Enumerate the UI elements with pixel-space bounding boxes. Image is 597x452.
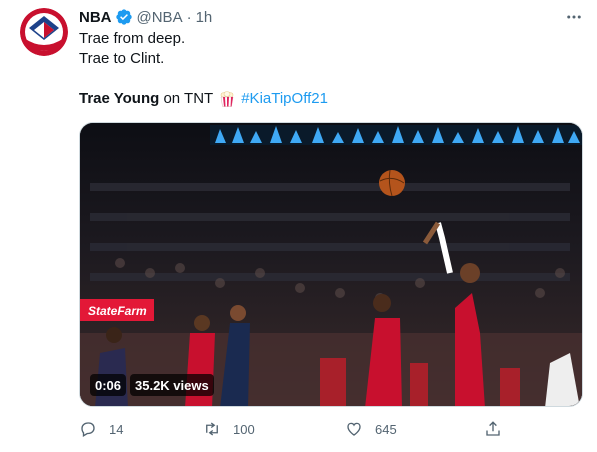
verified-badge-icon — [115, 8, 133, 26]
reply-count: 14 — [109, 421, 124, 437]
timestamp[interactable]: 1h — [196, 9, 213, 26]
tweet-header: NBA @NBA · 1h — [79, 7, 212, 27]
nba-live-logo-icon — [20, 8, 68, 56]
video-duration: 0:06 — [90, 374, 127, 396]
share-button[interactable] — [484, 418, 502, 440]
sponsor-banner-text: StateFarm — [88, 304, 147, 318]
video-views: 35.2K views — [130, 374, 214, 396]
reply-icon — [81, 422, 95, 437]
hashtag-link[interactable]: #KiaTipOff21 — [241, 89, 328, 109]
tweet-text-line: Trae from deep. — [79, 30, 186, 47]
video-frame: StateFarm — [80, 123, 582, 406]
network-label: on TNT — [163, 90, 214, 107]
tweet-text: Trae from deep. Trae to Clint. — [79, 29, 185, 69]
like-button[interactable]: 645 — [345, 418, 397, 440]
player-name: Trae Young — [79, 90, 160, 107]
handle[interactable]: @NBA — [137, 9, 183, 26]
retweet-count: 100 — [233, 421, 255, 437]
tweet-actions: 14 100 645 — [77, 418, 507, 440]
popcorn-icon — [219, 91, 235, 107]
more-dots-icon — [567, 15, 581, 19]
video-player[interactable]: StateFarm 0:06 35.2K views — [79, 122, 583, 407]
display-name[interactable]: NBA — [79, 9, 112, 26]
share-icon — [486, 421, 500, 436]
separator-dot: · — [186, 8, 192, 26]
avatar[interactable] — [20, 8, 68, 56]
media-credit: Trae Young on TNT #KiaTipOff21 — [79, 89, 328, 109]
like-count: 645 — [375, 421, 397, 437]
heart-icon — [347, 422, 361, 436]
tweet-text-line: Trae to Clint. — [79, 50, 165, 67]
retweet-icon — [206, 422, 218, 436]
tweet-card[interactable]: NBA @NBA · 1h Trae from deep. Trae to Cl… — [0, 0, 597, 452]
more-options-button[interactable] — [562, 5, 586, 29]
reply-button[interactable]: 14 — [79, 418, 123, 440]
retweet-button[interactable]: 100 — [203, 418, 255, 440]
